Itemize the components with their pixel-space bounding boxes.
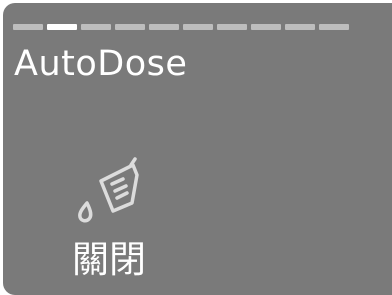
page-indicator-segment xyxy=(81,24,111,30)
page-indicator-segment xyxy=(183,24,213,30)
page-indicator-segment xyxy=(285,24,315,30)
autodose-status: 關閉 xyxy=(72,238,146,281)
autodose-tile[interactable]: AutoDose 關閉 xyxy=(3,3,392,295)
page-indicator-segment xyxy=(115,24,145,30)
detergent-dispenser-icon xyxy=(78,157,139,223)
tile-title: AutoDose xyxy=(14,44,188,84)
page-indicator-active-segment xyxy=(47,24,77,30)
page-indicator xyxy=(13,24,349,30)
page-indicator-segment xyxy=(319,24,349,30)
page-indicator-segment xyxy=(149,24,179,30)
page-indicator-segment xyxy=(251,24,281,30)
page-indicator-segment xyxy=(217,24,247,30)
page-indicator-segment xyxy=(13,24,43,30)
